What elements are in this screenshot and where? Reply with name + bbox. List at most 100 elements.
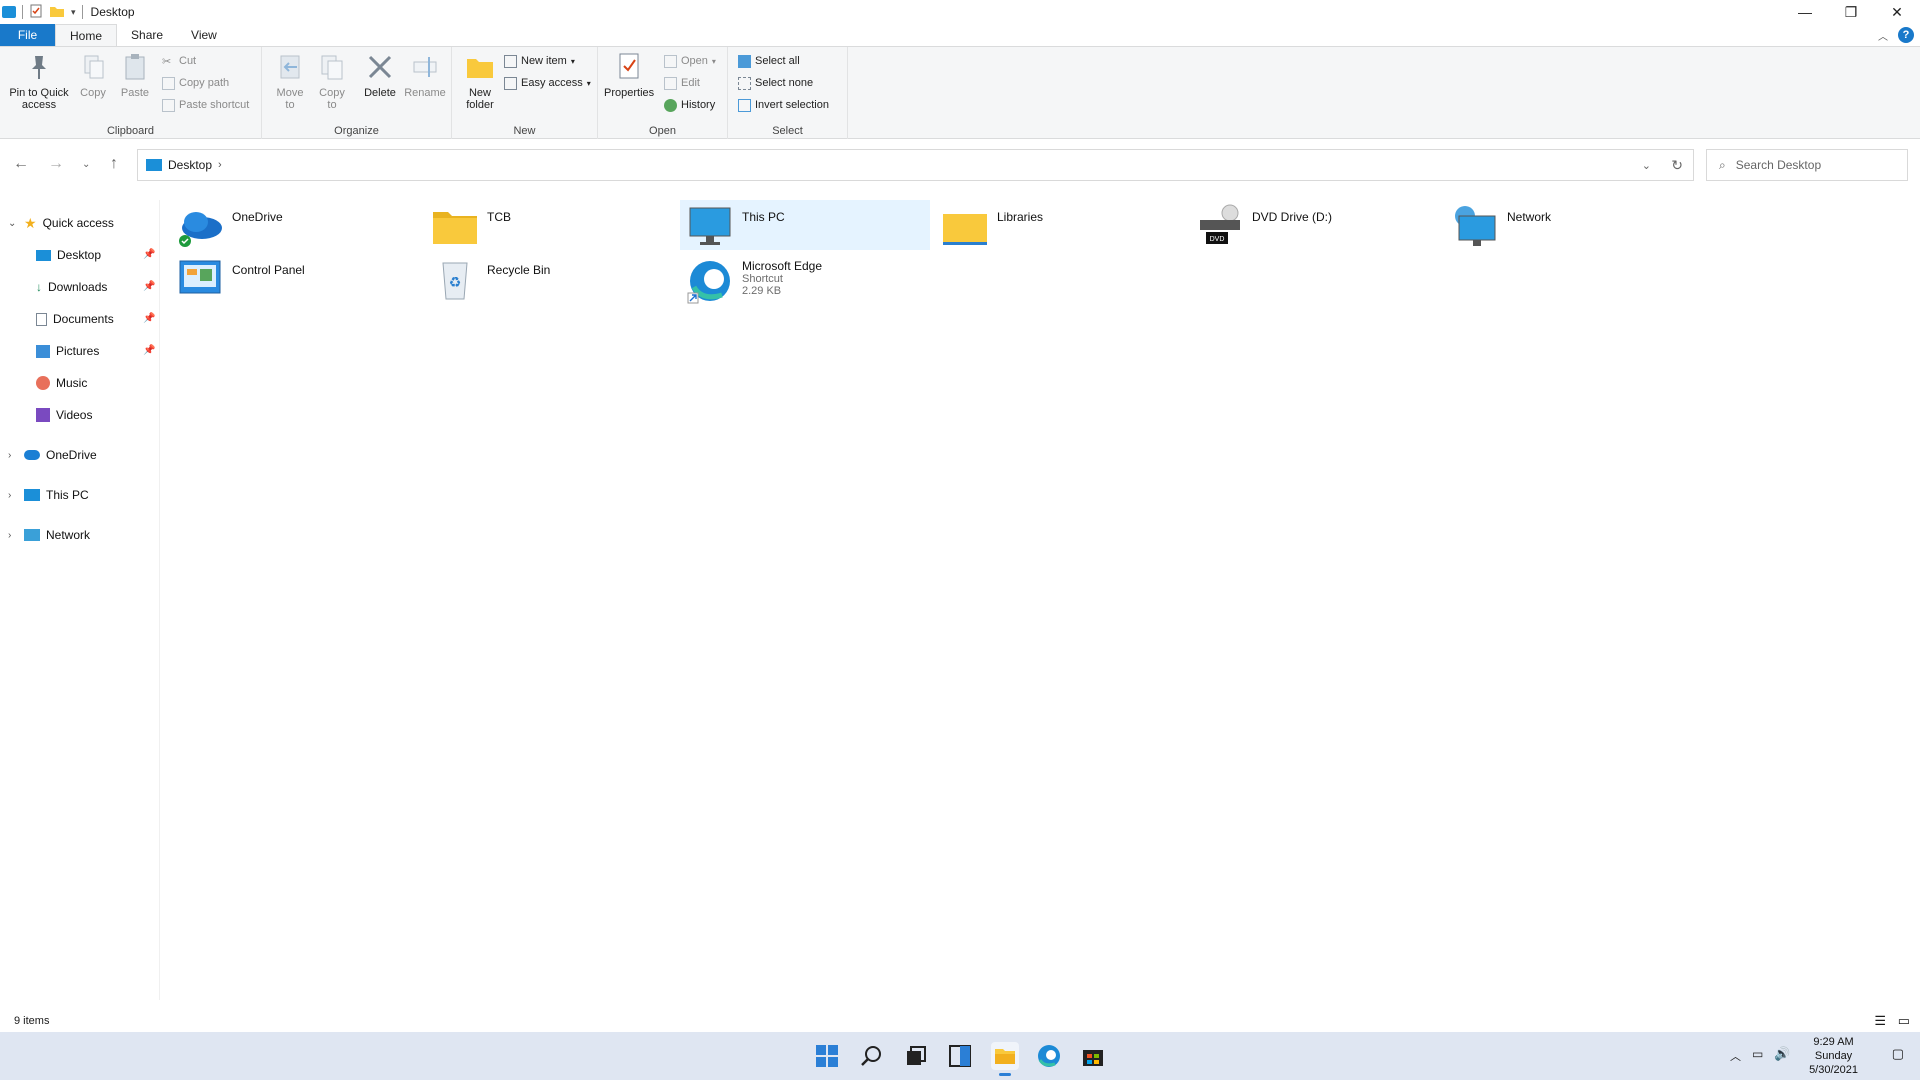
copy-to-button[interactable]: Copy to [314,51,350,111]
large-icons-view-icon[interactable]: ▭ [1898,1013,1910,1029]
new-folder-qat-icon[interactable] [49,4,65,21]
file-item-network[interactable]: Network [1445,200,1695,250]
address-dropdown-icon[interactable]: ⌄ [1642,159,1651,172]
properties-qat-icon[interactable] [29,4,43,21]
expand-chevron-icon[interactable]: › [8,490,18,501]
pin-icon[interactable]: 📌 [143,281,155,292]
refresh-icon[interactable]: ↻ [1671,157,1683,174]
notifications-icon[interactable]: ▢ [1892,1046,1904,1062]
nav-item-videos[interactable]: Videos [36,405,92,425]
desktop-icon [36,249,51,261]
select-none-button[interactable]: Select none [738,75,813,91]
history-button[interactable]: History [664,97,715,113]
nav-network[interactable]: › Network [8,525,90,545]
forward-arrow-icon[interactable]: → [48,155,64,173]
music-icon [36,376,50,390]
file-item-libraries[interactable]: Libraries [935,200,1185,250]
paste-shortcut-button[interactable]: Paste shortcut [162,97,249,113]
open-button[interactable]: Open ▾ [664,53,716,69]
divider [81,5,83,19]
invert-selection-icon [738,98,751,112]
rename-button[interactable]: Rename [402,51,448,99]
file-item-onedrive[interactable]: OneDrive [170,200,420,250]
cut-button[interactable]: ✂ Cut [162,53,196,69]
pin-to-quick-access-button[interactable]: Pin to Quick access [4,51,74,111]
delete-button[interactable]: Delete [360,51,400,99]
network-status-icon[interactable]: ▭ [1752,1047,1763,1061]
select-all-button[interactable]: Select all [738,53,800,69]
up-arrow-icon[interactable]: ↑ [110,155,118,173]
invert-selection-button[interactable]: Invert selection [738,97,829,113]
volume-icon[interactable]: 🔊 [1774,1046,1790,1062]
folder-icon [941,204,989,248]
tab-home[interactable]: Home [55,24,118,46]
expand-chevron-icon[interactable]: › [8,450,18,461]
pin-icon[interactable]: 📌 [143,313,155,324]
edge-taskbar-icon[interactable] [1035,1042,1063,1070]
new-item-button[interactable]: New item ▾ [504,53,575,69]
expand-chevron-icon[interactable]: ⌄ [8,218,18,229]
back-arrow-icon[interactable]: ← [13,155,29,173]
copy-path-button[interactable]: Copy path [162,75,229,91]
nav-item-downloads[interactable]: ↓ Downloads [36,277,107,297]
address-bar[interactable]: Desktop › ⌄ ↻ [137,149,1694,181]
move-to-button[interactable]: Move to [272,51,308,111]
customize-qat-icon[interactable]: ▾ [71,7,76,18]
select-all-icon [738,54,751,68]
nav-onedrive[interactable]: › OneDrive [8,445,97,465]
nav-item-desktop[interactable]: Desktop [36,245,101,265]
file-item-dvd-drive[interactable]: DVD DVD Drive (D:) [1190,200,1440,250]
tab-file[interactable]: File [0,24,55,46]
file-explorer-taskbar-icon[interactable] [991,1042,1019,1076]
tab-share[interactable]: Share [117,24,177,46]
search-icon: ⌕ [1719,157,1726,172]
show-hidden-icons-chevron-icon[interactable]: ︿ [1730,1048,1741,1064]
tab-view[interactable]: View [177,24,231,46]
restore-button[interactable]: ❐ [1828,0,1874,24]
copy-button[interactable]: Copy [78,51,108,99]
paste-button[interactable]: Paste [118,51,152,99]
edit-button[interactable]: Edit [664,75,700,91]
active-indicator [999,1073,1011,1076]
pin-icon[interactable]: 📌 [143,345,155,356]
help-icon[interactable]: ? [1898,27,1914,43]
nav-item-documents[interactable]: Documents [36,309,114,329]
store-taskbar-icon[interactable] [1079,1042,1107,1070]
recycle-bin-icon: ♻ [431,257,479,301]
breadcrumb-chevron-icon[interactable]: › [218,159,222,171]
nav-item-pictures[interactable]: Pictures [36,341,99,361]
status-bar: 9 items ☰ ▭ [0,1010,1920,1032]
file-item-microsoft-edge[interactable]: Microsoft Edge Shortcut 2.29 KB [680,253,930,311]
recent-locations-chevron-icon[interactable]: ⌄ [82,159,90,170]
breadcrumb-desktop[interactable]: Desktop [168,158,212,172]
collapse-ribbon-icon[interactable]: ︿ [1878,28,1888,43]
close-button[interactable]: ✕ [1874,0,1920,24]
search-box[interactable]: ⌕ Search Desktop [1706,149,1908,181]
nav-item-music[interactable]: Music [36,373,87,393]
nav-this-pc[interactable]: › This PC [8,485,89,505]
start-button[interactable] [813,1042,841,1070]
file-item-tcb[interactable]: TCB [425,200,675,250]
easy-access-button[interactable]: Easy access ▾ [504,75,591,91]
file-item-control-panel[interactable]: Control Panel [170,253,420,303]
widgets-icon[interactable] [946,1042,974,1070]
system-clock[interactable]: 9:29 AM Sunday 5/30/2021 [1809,1035,1858,1077]
new-folder-button[interactable]: New folder [460,51,500,111]
file-item-recycle-bin[interactable]: ♻ Recycle Bin [425,253,675,303]
title-bar: ▾ Desktop — ❐ ✕ [0,0,1920,24]
expand-chevron-icon[interactable]: › [8,530,18,541]
open-group: Properties Open ▾ Edit History Open [598,47,728,139]
details-view-icon[interactable]: ☰ [1874,1013,1886,1029]
pin-icon[interactable]: 📌 [143,249,155,260]
minimize-button[interactable]: — [1782,0,1828,24]
nav-quick-access[interactable]: ⌄ ★ Quick access [8,213,114,233]
ribbon: Pin to Quick access Copy Paste ✂ Cut Copy… [0,46,1920,139]
documents-icon [36,312,47,326]
rename-icon [409,51,441,83]
open-icon [664,54,677,68]
properties-button[interactable]: Properties [604,51,654,99]
dropdown-arrow-icon: ▾ [586,78,591,88]
task-view-icon[interactable] [901,1042,929,1070]
search-icon[interactable] [858,1042,886,1070]
file-item-this-pc[interactable]: This PC [680,200,930,250]
